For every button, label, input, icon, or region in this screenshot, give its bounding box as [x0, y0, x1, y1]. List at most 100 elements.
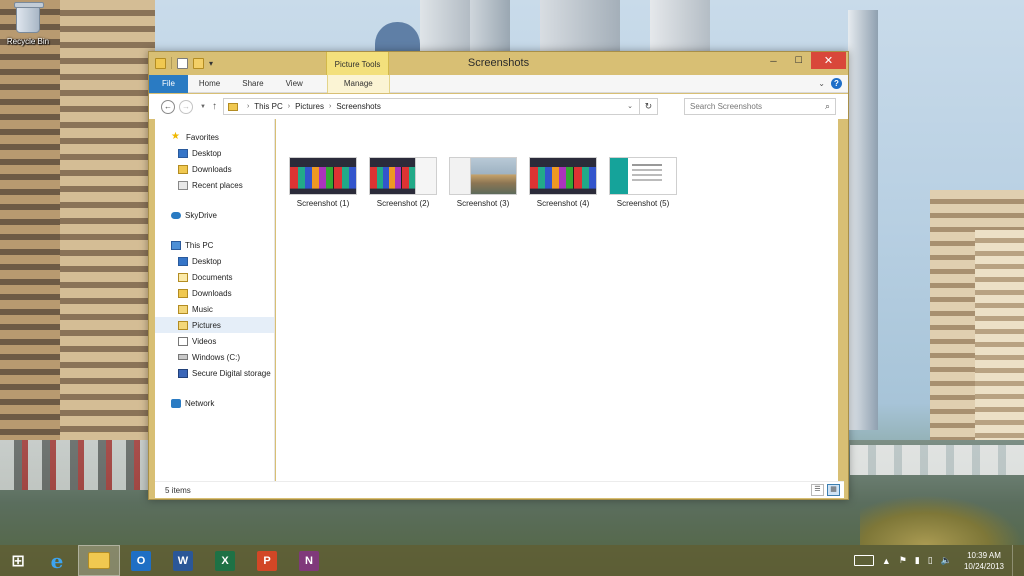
status-bar: 5 items ☰ ▦ — [155, 481, 844, 498]
details-view-icon[interactable]: ☰ — [811, 484, 824, 496]
nav-item-music[interactable]: Music — [155, 301, 274, 317]
taskbar-word[interactable]: W — [162, 545, 204, 576]
file-item[interactable]: Screenshot (5) — [609, 157, 677, 208]
file-name: Screenshot (4) — [536, 199, 590, 208]
excel-icon: X — [215, 550, 235, 571]
minimize-button[interactable]: ─ — [761, 52, 786, 69]
properties-icon[interactable] — [177, 57, 188, 69]
start-button[interactable]: ⊞ — [0, 545, 36, 576]
file-name: Screenshot (3) — [456, 199, 510, 208]
refresh-button[interactable]: ↻ — [639, 98, 658, 115]
background-tower-2 — [470, 0, 510, 52]
nav-item-windows-c[interactable]: Windows (C:) — [155, 349, 274, 365]
close-button[interactable]: ✕ — [811, 52, 846, 69]
search-input[interactable]: Search Screenshots ⌕ — [684, 98, 836, 115]
desktop-icon — [178, 148, 188, 158]
nav-item-network[interactable]: Network — [155, 395, 274, 411]
thumbnail-grid: Screenshot (1) Screenshot (2) Screenshot… — [289, 157, 677, 208]
image-thumbnail — [529, 157, 597, 195]
file-item[interactable]: Screenshot (3) — [449, 157, 517, 208]
background-tower-right — [848, 10, 878, 430]
file-name: Screenshot (1) — [296, 199, 350, 208]
folder-icon[interactable] — [155, 57, 166, 69]
nav-item-secure-digital[interactable]: Secure Digital storage — [155, 365, 274, 381]
tab-share[interactable]: Share — [231, 75, 274, 93]
image-thumbnail — [609, 157, 677, 195]
desktop-icon-recycle-bin[interactable]: Recycle Bin — [2, 2, 54, 46]
taskbar-file-explorer[interactable] — [78, 545, 120, 576]
expand-ribbon-icon[interactable]: ⌄ — [818, 79, 825, 88]
desktop-icon-label: Recycle Bin — [6, 37, 50, 46]
file-item[interactable]: Screenshot (4) — [529, 157, 597, 208]
taskbar-powerpoint[interactable]: P — [246, 545, 288, 576]
taskbar-outlook[interactable]: O — [120, 545, 162, 576]
tab-home[interactable]: Home — [188, 75, 231, 93]
computer-icon — [171, 240, 181, 250]
onenote-icon: N — [299, 550, 319, 571]
volume-icon[interactable]: 🔈 — [941, 555, 952, 566]
taskbar-excel[interactable]: X — [204, 545, 246, 576]
file-list[interactable]: Screenshot (1) Screenshot (2) Screenshot… — [276, 119, 838, 481]
help-icon[interactable]: ? — [831, 78, 842, 89]
breadcrumb-separator[interactable]: › — [288, 103, 290, 110]
clock[interactable]: 10:39 AM 10/24/2013 — [964, 550, 1004, 572]
nav-item-documents[interactable]: Documents — [155, 269, 274, 285]
battery-icon[interactable]: ▯ — [928, 555, 933, 566]
explorer-window: ▾ Picture Tools Screenshots ─ ☐ ✕ File H… — [148, 51, 849, 500]
network-icon[interactable]: ▮ — [915, 555, 920, 566]
nav-item-favorites-desktop[interactable]: Desktop — [155, 145, 274, 161]
back-button[interactable]: ← — [161, 99, 175, 114]
item-count: 5 items — [165, 486, 191, 495]
nav-item-downloads[interactable]: Downloads — [155, 285, 274, 301]
ribbon-tabs: File Home Share View Manage — [149, 75, 848, 93]
nav-item-pictures[interactable]: Pictures — [155, 317, 274, 333]
action-center-flag-icon[interactable]: ⚑ — [899, 555, 907, 566]
file-item[interactable]: Screenshot (1) — [289, 157, 357, 208]
address-bar[interactable]: › This PC › Pictures › Screenshots ⌄ — [222, 98, 640, 115]
forward-button[interactable]: → — [179, 99, 193, 114]
search-icon[interactable]: ⌕ — [825, 101, 830, 112]
nav-item-this-pc[interactable]: This PC — [155, 237, 274, 253]
maximize-button[interactable]: ☐ — [786, 52, 811, 69]
touch-keyboard-icon[interactable] — [853, 555, 874, 566]
breadcrumb-this-pc[interactable]: This PC — [254, 102, 282, 111]
outlook-icon: O — [131, 550, 151, 571]
drive-icon — [178, 354, 188, 360]
title-bar[interactable]: ▾ Picture Tools Screenshots ─ ☐ ✕ — [149, 52, 848, 75]
address-dropdown-icon[interactable]: ⌄ — [627, 102, 633, 110]
taskbar: ⊞ e O W X P N ▲ ⚑ ▮ ▯ 🔈 10:39 AM 10/24/2… — [0, 545, 1024, 576]
qat-customize-icon[interactable]: ▾ — [209, 59, 213, 68]
recent-locations-icon[interactable]: ▼ — [200, 104, 206, 110]
nav-item-skydrive[interactable]: SkyDrive — [155, 207, 274, 223]
file-item[interactable]: Screenshot (2) — [369, 157, 437, 208]
large-icons-view-icon[interactable]: ▦ — [827, 484, 840, 496]
nav-item-recent-places[interactable]: Recent places — [155, 177, 274, 193]
tab-manage[interactable]: Manage — [326, 75, 390, 93]
background-tower-4 — [650, 0, 710, 52]
up-button[interactable]: ↑ — [212, 101, 217, 112]
system-tray: ▲ ⚑ ▮ ▯ 🔈 10:39 AM 10/24/2013 — [853, 545, 1018, 576]
background-building-right-2 — [975, 230, 1024, 440]
nav-item-label: Pictures — [192, 320, 221, 330]
background-tower-3 — [540, 0, 620, 52]
tab-view[interactable]: View — [275, 75, 314, 93]
nav-item-videos[interactable]: Videos — [155, 333, 274, 349]
nav-item-favorites-downloads[interactable]: Downloads — [155, 161, 274, 177]
show-desktop-button[interactable] — [1012, 545, 1018, 576]
new-folder-icon[interactable] — [193, 57, 204, 69]
taskbar-onenote[interactable]: N — [288, 545, 330, 576]
nav-item-desktop[interactable]: Desktop — [155, 253, 274, 269]
breadcrumb-separator[interactable]: › — [247, 103, 249, 110]
powerpoint-icon: P — [257, 550, 277, 571]
nav-item-favorites[interactable]: ★ Favorites — [155, 129, 274, 145]
nav-item-label: SkyDrive — [185, 210, 218, 220]
show-hidden-icons-icon[interactable]: ▲ — [882, 556, 891, 566]
taskbar-internet-explorer[interactable]: e — [36, 545, 78, 576]
breadcrumb-pictures[interactable]: Pictures — [295, 102, 324, 111]
image-thumbnail — [289, 157, 357, 195]
breadcrumb-separator[interactable]: › — [329, 103, 331, 110]
tab-file[interactable]: File — [149, 75, 188, 93]
windows-logo-icon: ⊞ — [11, 552, 25, 570]
nav-item-label: Network — [185, 398, 215, 408]
breadcrumb-screenshots[interactable]: Screenshots — [336, 102, 380, 111]
